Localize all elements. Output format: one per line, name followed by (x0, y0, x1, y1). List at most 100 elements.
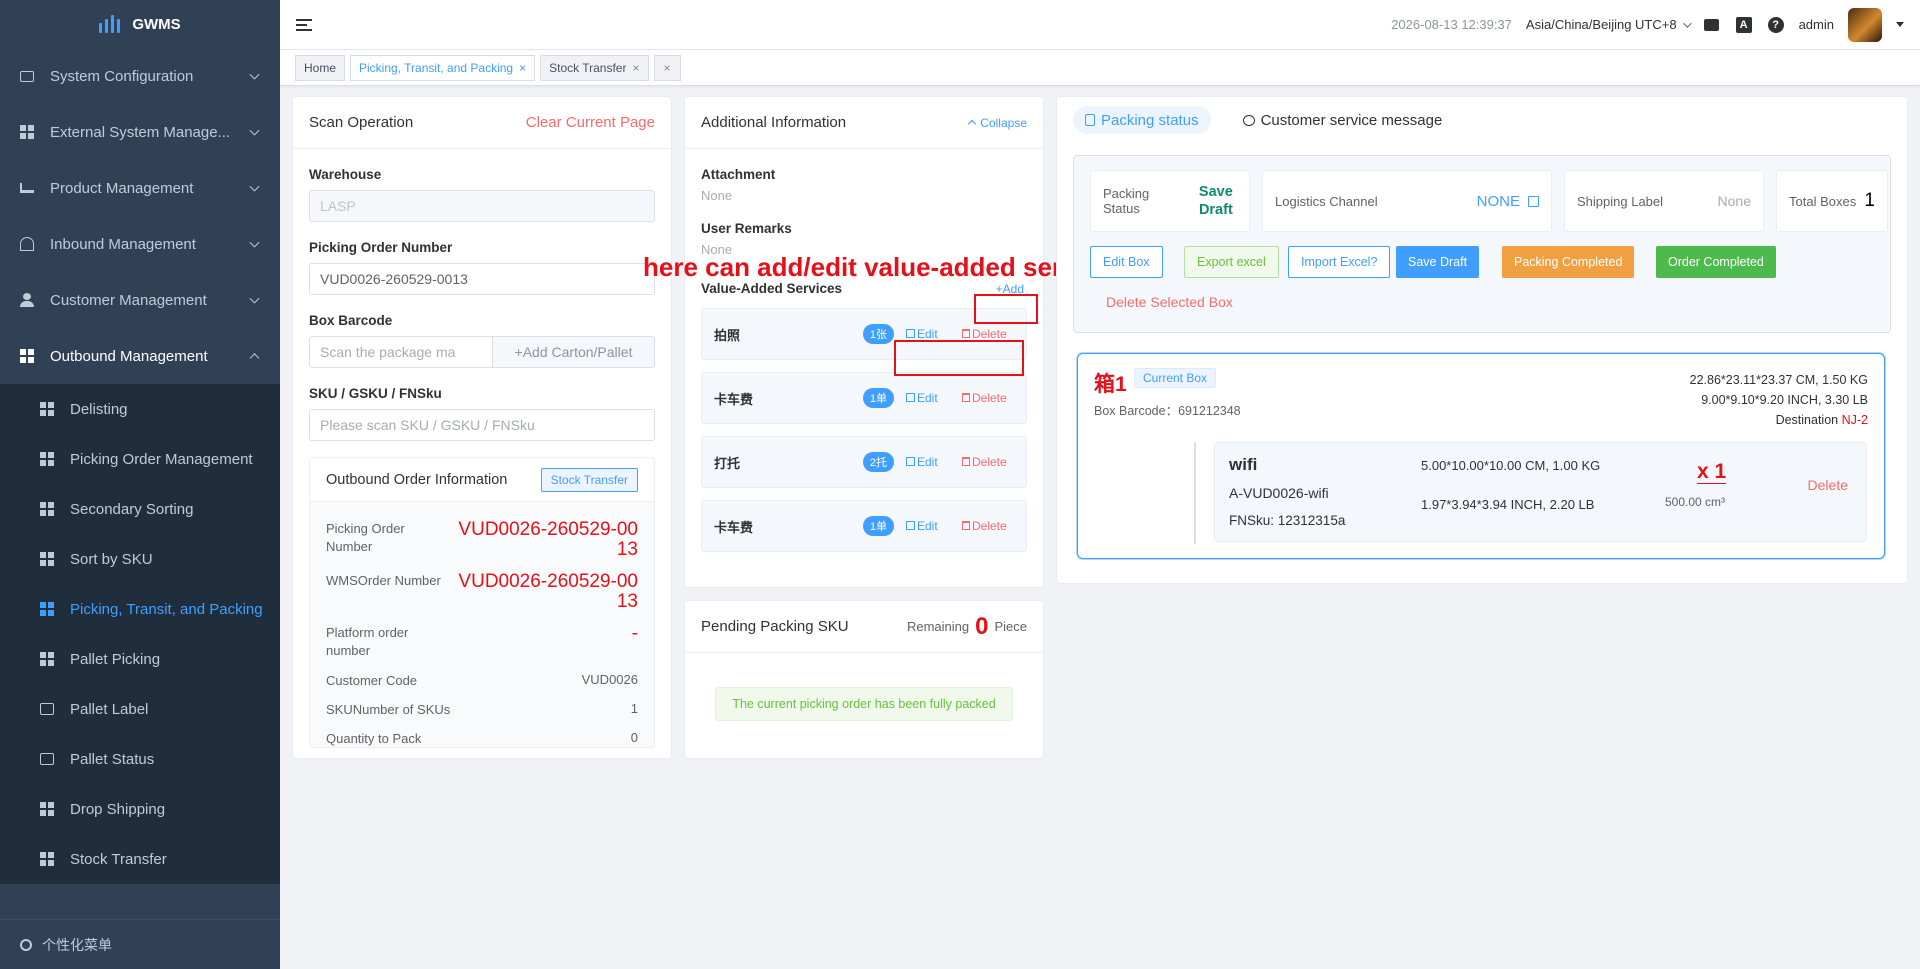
order-completed-button[interactable]: Order Completed (1656, 246, 1776, 278)
sidebar-item-secondary-sorting[interactable]: Secondary Sorting (0, 484, 280, 534)
close-all-tags[interactable]: × (653, 54, 681, 81)
sidebar-item-drop-shipping[interactable]: Drop Shipping (0, 784, 280, 834)
sidebar-item-label: Drop Shipping (70, 800, 166, 818)
help-glyph: ? (1767, 16, 1784, 33)
import-excel-button[interactable]: Import Excel? (1288, 246, 1391, 278)
gear-icon (20, 938, 32, 951)
tab-customer-service-message[interactable]: Customer service message (1231, 106, 1455, 134)
vas-edit-button[interactable]: Edit (906, 519, 948, 533)
export-excel-button[interactable]: Export excel (1184, 246, 1279, 278)
grid-icon (40, 652, 54, 666)
sidebar-item-picking-transit-packing[interactable]: Picking, Transit, and Packing (0, 584, 280, 634)
sku-delete-button[interactable]: Delete (1808, 477, 1848, 493)
hamburger-icon[interactable] (296, 18, 312, 31)
sidebar-item-stock-transfer[interactable]: Stock Transfer (0, 834, 280, 884)
sku-input[interactable]: Please scan SKU / GSKU / FNSku (309, 409, 655, 441)
timezone-select[interactable]: Asia/China/Beijing UTC+8 (1526, 17, 1692, 32)
vas-edit-label: Edit (917, 327, 938, 341)
packing-status-stat: Packing Status Save Draft (1090, 170, 1250, 232)
info-row: Platform order number - (310, 624, 654, 660)
vas-edit-button[interactable]: Edit (906, 327, 948, 341)
grid-icon (40, 802, 54, 816)
menu-external-system[interactable]: External System Manage... (0, 104, 280, 160)
stat-label: Total Boxes (1789, 193, 1857, 209)
vas-delete-button[interactable]: Delete (962, 327, 1014, 341)
collapse-button[interactable]: Collapse (968, 115, 1027, 130)
sidebar-item-pallet-status[interactable]: Pallet Status (0, 734, 280, 784)
menu-label: Outbound Management (50, 347, 208, 365)
sidebar-item-delisting[interactable]: Delisting (0, 384, 280, 434)
menu-inbound-management[interactable]: Inbound Management (0, 216, 280, 272)
tags-view: Home Picking, Transit, and Packing × Stoc… (280, 50, 1920, 86)
collapse-label: Collapse (980, 115, 1027, 130)
help-icon[interactable]: ? (1767, 16, 1785, 34)
sidebar-item-sort-by-sku[interactable]: Sort by SKU (0, 534, 280, 584)
caret-down-icon[interactable] (1896, 22, 1904, 27)
vas-edit-button[interactable]: Edit (906, 455, 948, 469)
menu-customer-management[interactable]: Customer Management (0, 272, 280, 328)
logo[interactable]: GWMS (0, 0, 280, 48)
box-dims-inch: 9.00*9.10*9.20 INCH, 3.30 LB (1701, 393, 1868, 407)
menu-product-management[interactable]: Product Management (0, 160, 280, 216)
sidebar-item-label: Pallet Picking (70, 650, 161, 668)
grid-icon (40, 502, 54, 516)
vas-delete-button[interactable]: Delete (962, 391, 1014, 405)
close-icon[interactable]: × (632, 61, 639, 75)
tag-label: Home (304, 60, 337, 75)
sku-dims-cm: 5.00*10.00*10.00 CM, 1.00 KG (1421, 458, 1601, 473)
trash-icon (962, 521, 970, 530)
vas-label: Value-Added Services (701, 281, 843, 296)
trash-icon (962, 457, 970, 466)
annotation-text: here can add/edit value-added service (643, 252, 1113, 282)
card-title: Pending Packing SKU (701, 618, 849, 635)
fully-packed-alert: The current picking order has been fully… (715, 687, 1013, 721)
tab-packing-status[interactable]: Packing status (1073, 106, 1211, 134)
clear-current-page-button[interactable]: Clear Current Page (526, 114, 655, 131)
picking-order-input[interactable]: VUD0026-260529-0013 (309, 263, 655, 295)
vas-edit-label: Edit (917, 519, 938, 533)
edit-icon[interactable] (1528, 195, 1539, 207)
info-value: 0 (630, 730, 638, 745)
edit-box-button[interactable]: Edit Box (1090, 246, 1163, 278)
save-draft-button[interactable]: Save Draft (1396, 246, 1480, 278)
close-icon[interactable]: × (519, 61, 526, 75)
box-barcode-input[interactable]: Scan the package ma (309, 336, 493, 368)
shipping-label-value: None (1717, 193, 1751, 209)
avatar[interactable] (1848, 7, 1882, 42)
tag-label: Stock Transfer (549, 60, 627, 75)
username[interactable]: admin (1799, 17, 1834, 32)
tag-home[interactable]: Home (295, 54, 346, 81)
sidebar-item-picking-order-management[interactable]: Picking Order Management (0, 434, 280, 484)
current-datetime: 2026-08-13 12:39:37 (1391, 17, 1512, 32)
sidebar-item-label: Picking Order Management (70, 450, 253, 468)
translate-icon[interactable]: A (1735, 16, 1753, 34)
message-icon[interactable] (1703, 16, 1721, 34)
warehouse-input: LASP (309, 190, 655, 222)
tag-picking-transit-packing[interactable]: Picking, Transit, and Packing × (350, 54, 536, 81)
box-card[interactable]: 箱1 Current Box Box Barcode：691212348 22.… (1077, 353, 1885, 559)
annotation-box-edit-delete (894, 340, 1024, 376)
stock-transfer-button[interactable]: Stock Transfer (540, 467, 638, 492)
sidebar-item-pallet-label[interactable]: Pallet Label (0, 684, 280, 734)
tab-label: Packing status (1101, 111, 1199, 129)
packing-completed-button[interactable]: Packing Completed (1502, 246, 1635, 278)
vas-item: 卡车费 1单 Edit Delete (701, 372, 1027, 424)
chevron-down-icon (249, 125, 260, 136)
add-carton-pallet-button[interactable]: +Add Carton/Pallet (493, 336, 655, 368)
menu-outbound-management[interactable]: Outbound Management (0, 328, 280, 384)
vas-quantity-badge: 1单 (862, 388, 894, 408)
vas-edit-button[interactable]: Edit (906, 391, 948, 405)
vas-name: 卡车费 (714, 391, 754, 407)
vas-delete-button[interactable]: Delete (962, 455, 1014, 469)
tag-stock-transfer[interactable]: Stock Transfer × (540, 54, 649, 81)
warehouse-label: Warehouse (309, 167, 382, 182)
personalize-menu[interactable]: 个性化菜单 (0, 919, 280, 969)
delete-selected-box-button[interactable]: Delete Selected Box (1106, 294, 1233, 310)
logistics-channel-value: NONE (1476, 192, 1520, 210)
sku-volume: 500.00 cm³ (1665, 495, 1726, 509)
sidebar-item-pallet-picking[interactable]: Pallet Picking (0, 634, 280, 684)
menu-system-configuration[interactable]: System Configuration (0, 48, 280, 104)
close-icon: × (663, 60, 671, 75)
vas-delete-button[interactable]: Delete (962, 519, 1014, 533)
vas-name: 打托 (714, 455, 741, 471)
